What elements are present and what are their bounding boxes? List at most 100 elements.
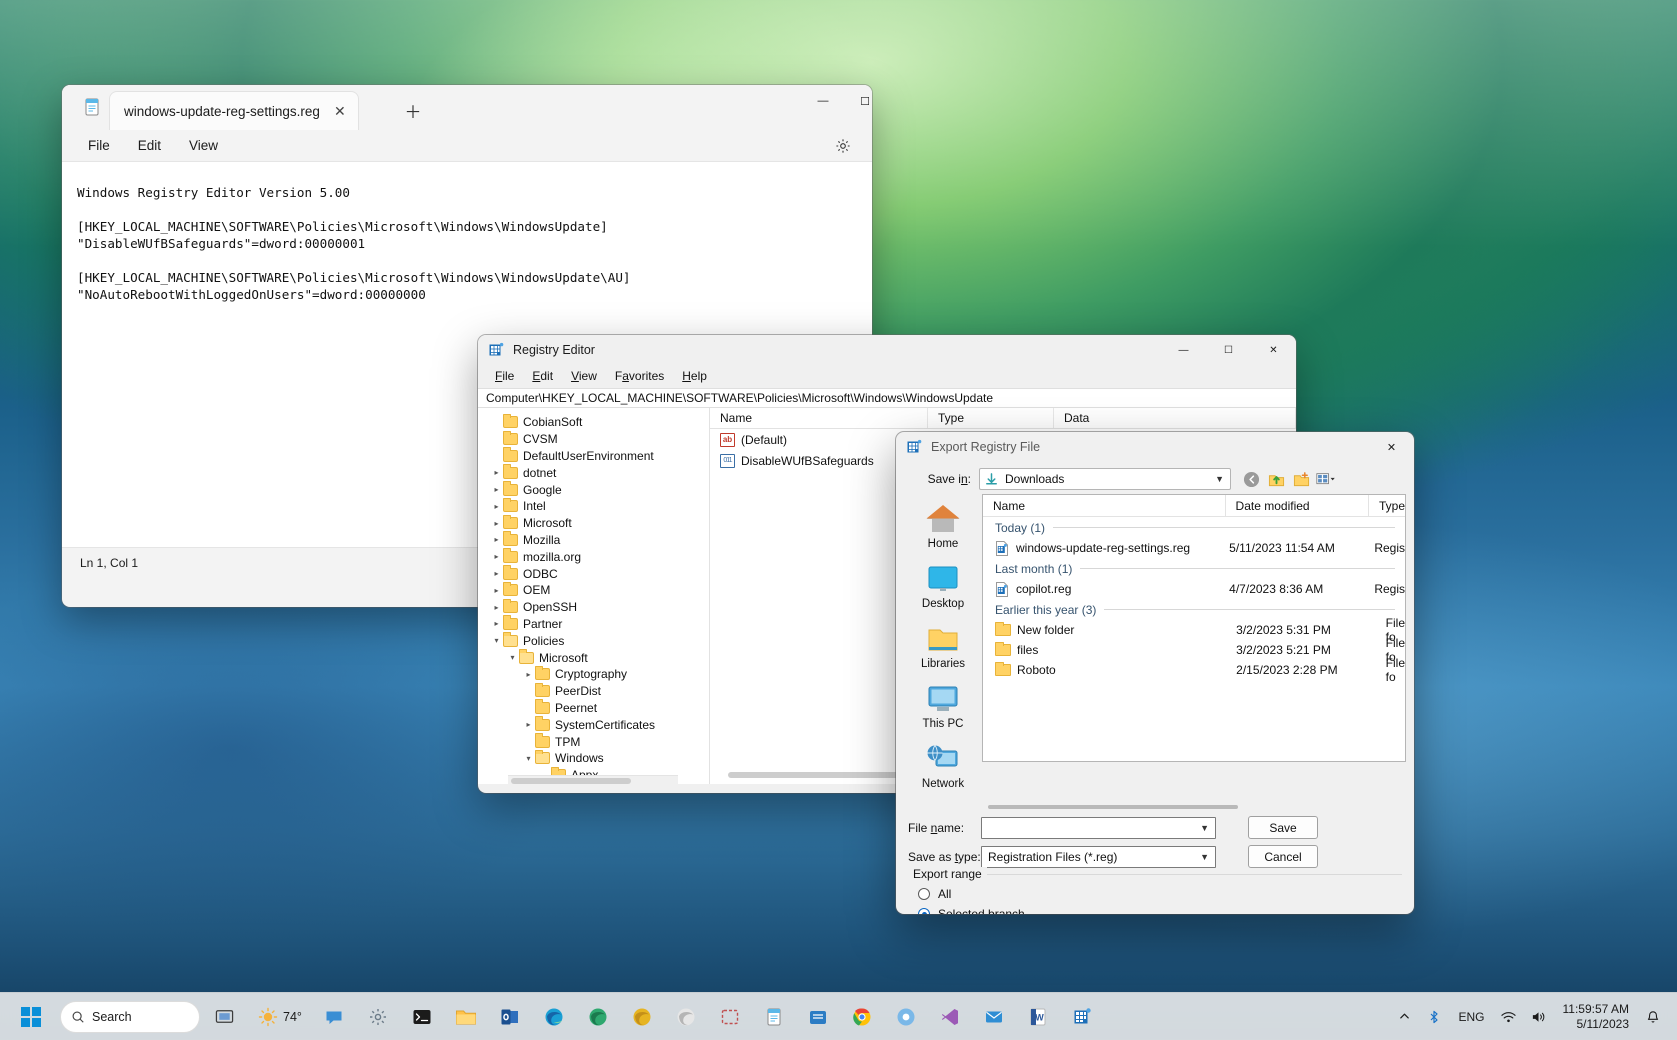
menu-favorites[interactable]: Favorites — [607, 367, 672, 385]
file-list-item[interactable]: copilot.reg4/7/2023 8:36 AMRegis — [983, 579, 1405, 599]
notepad-text[interactable]: Windows Registry Editor Version 5.00 [HK… — [77, 184, 872, 303]
notepad-titlebar[interactable]: windows-update-reg-settings.reg ✕ ＋ — ☐ … — [62, 85, 872, 130]
chevron-right-icon[interactable]: ▸ — [490, 586, 503, 595]
windows-start-icon[interactable] — [10, 997, 52, 1037]
snipping-tool-icon[interactable] — [710, 997, 750, 1037]
back-icon[interactable] — [1241, 469, 1261, 489]
file-list-item[interactable]: New folder3/2/2023 5:31 PMFile fo — [983, 620, 1405, 640]
taskbar[interactable]: Search 74° — [0, 992, 1677, 1040]
edge-dev-icon[interactable] — [622, 997, 662, 1037]
place-this-pc[interactable]: This PC — [904, 678, 982, 738]
tree-item[interactable]: ▸mozilla.org — [478, 548, 709, 565]
tree-item[interactable]: ▸Google — [478, 481, 709, 498]
regedit-titlebar[interactable]: Registry Editor — ☐ ✕ — [478, 335, 1296, 365]
new-tab-button[interactable]: ＋ — [401, 98, 425, 122]
minimize-button[interactable]: — — [800, 85, 846, 117]
chevron-down-icon[interactable]: ▼ — [1200, 823, 1209, 833]
close-icon[interactable]: ✕ — [328, 99, 352, 123]
tree-item[interactable]: ▸OEM — [478, 582, 709, 599]
tree-item[interactable]: ▸dotnet — [478, 464, 709, 481]
maximize-button[interactable]: ☐ — [1206, 335, 1251, 365]
menu-help[interactable]: Help — [674, 367, 715, 385]
file-list-item[interactable]: Roboto2/15/2023 2:28 PMFile fo — [983, 660, 1405, 680]
place-home[interactable]: Home — [904, 498, 982, 558]
save-button[interactable]: Save — [1248, 816, 1318, 839]
chevron-down-icon[interactable]: ▾ — [490, 636, 503, 645]
file-list-item[interactable]: windows-update-reg-settings.reg5/11/2023… — [983, 538, 1405, 558]
radio-selected-branch[interactable]: Selected branch — [908, 907, 1402, 914]
chevron-up-icon[interactable] — [1390, 998, 1418, 1036]
file-list-rows[interactable]: Today (1)windows-update-reg-settings.reg… — [983, 517, 1405, 680]
notification-bell-icon[interactable] — [1639, 998, 1667, 1036]
tree-item[interactable]: ▸OpenSSH — [478, 599, 709, 616]
registry-icon[interactable] — [1062, 997, 1102, 1037]
chevron-down-icon[interactable]: ▾ — [506, 653, 519, 662]
chevron-right-icon[interactable]: ▸ — [490, 485, 503, 494]
edge-beta-icon[interactable] — [578, 997, 618, 1037]
search-input[interactable]: Search — [60, 1001, 200, 1033]
gear-icon[interactable] — [830, 134, 856, 158]
column-header-type[interactable]: Type — [928, 408, 1054, 428]
place-desktop[interactable]: Desktop — [904, 558, 982, 618]
tree-item[interactable]: ▾Windows — [478, 750, 709, 767]
file-list-hscrollbar[interactable] — [988, 805, 1238, 809]
chevron-right-icon[interactable]: ▸ — [490, 603, 503, 612]
tree-item[interactable]: ▾Microsoft — [478, 649, 709, 666]
task-view-icon[interactable] — [204, 997, 244, 1037]
clock[interactable]: 11:59:57 AM 5/11/2023 — [1555, 1002, 1638, 1032]
chevron-right-icon[interactable]: ▸ — [522, 670, 535, 679]
network-icon[interactable] — [1495, 998, 1523, 1036]
places-bar[interactable]: Home Desktop Libraries This PC Network — [904, 494, 982, 798]
chrome-icon[interactable] — [842, 997, 882, 1037]
chevron-right-icon[interactable]: ▸ — [490, 519, 503, 528]
bluetooth-icon[interactable] — [1420, 998, 1448, 1036]
file-list-item[interactable]: files3/2/2023 5:21 PMFile fo — [983, 640, 1405, 660]
new-folder-icon[interactable] — [1291, 469, 1311, 489]
chevron-right-icon[interactable]: ▸ — [522, 720, 535, 729]
file-list[interactable]: Name Date modified Type Today (1)windows… — [982, 494, 1406, 762]
column-header-name[interactable]: Name — [710, 408, 928, 428]
chevron-right-icon[interactable]: ▸ — [490, 569, 503, 578]
tree-item[interactable]: PeerDist — [478, 683, 709, 700]
menu-view[interactable]: View — [177, 134, 230, 157]
views-icon[interactable] — [1316, 469, 1336, 489]
chat-icon[interactable] — [314, 997, 354, 1037]
tree-item[interactable]: ▸Microsoft — [478, 515, 709, 532]
tree-item[interactable]: ▸Cryptography — [478, 666, 709, 683]
radio-all[interactable]: All — [908, 887, 1402, 901]
export-registry-file-dialog[interactable]: Export Registry File ✕ Save in: Download… — [896, 432, 1414, 914]
tree-item[interactable]: ▾Policies — [478, 632, 709, 649]
dialog-titlebar[interactable]: Export Registry File ✕ — [896, 432, 1414, 462]
cancel-button[interactable]: Cancel — [1248, 845, 1318, 868]
tree-item[interactable]: TPM — [478, 733, 709, 750]
weather-widget[interactable]: 74° — [250, 998, 310, 1036]
edge-canary-icon[interactable] — [666, 997, 706, 1037]
chevron-right-icon[interactable]: ▸ — [490, 535, 503, 544]
chevron-down-icon[interactable]: ▼ — [1215, 474, 1224, 484]
tree-item[interactable]: CVSM — [478, 431, 709, 448]
regedit-address-bar[interactable]: Computer\HKEY_LOCAL_MACHINE\SOFTWARE\Pol… — [478, 388, 1296, 408]
outlook-icon[interactable] — [490, 997, 530, 1037]
store-icon[interactable] — [798, 997, 838, 1037]
tree-item[interactable]: ▸Intel — [478, 498, 709, 515]
save-as-type-select[interactable]: Registration Files (*.reg) ▼ — [981, 846, 1216, 868]
word-icon[interactable]: W — [1018, 997, 1058, 1037]
vscode-icon[interactable] — [930, 997, 970, 1037]
mail-icon[interactable] — [974, 997, 1014, 1037]
tree-item[interactable]: Peernet — [478, 700, 709, 717]
system-tray[interactable]: ENG 11:59:57 AM 5/11/2023 — [1390, 998, 1677, 1036]
menu-file[interactable]: File — [487, 367, 522, 385]
chevron-right-icon[interactable]: ▸ — [490, 468, 503, 477]
chevron-right-icon[interactable]: ▸ — [490, 619, 503, 628]
tree-item[interactable]: DefaultUserEnvironment — [478, 448, 709, 465]
save-in-combo[interactable]: Downloads ▼ — [979, 468, 1231, 490]
notepad-icon[interactable] — [754, 997, 794, 1037]
notepad-tab[interactable]: windows-update-reg-settings.reg ✕ — [109, 91, 359, 130]
tree-item[interactable]: CobianSoft — [478, 414, 709, 431]
menu-file[interactable]: File — [76, 134, 122, 157]
maximize-button[interactable]: ☐ — [842, 85, 872, 117]
column-header-name[interactable]: Name — [983, 495, 1226, 516]
column-header-data[interactable]: Data — [1054, 408, 1296, 428]
chevron-down-icon[interactable]: ▾ — [522, 754, 535, 763]
terminal-icon[interactable] — [402, 997, 442, 1037]
